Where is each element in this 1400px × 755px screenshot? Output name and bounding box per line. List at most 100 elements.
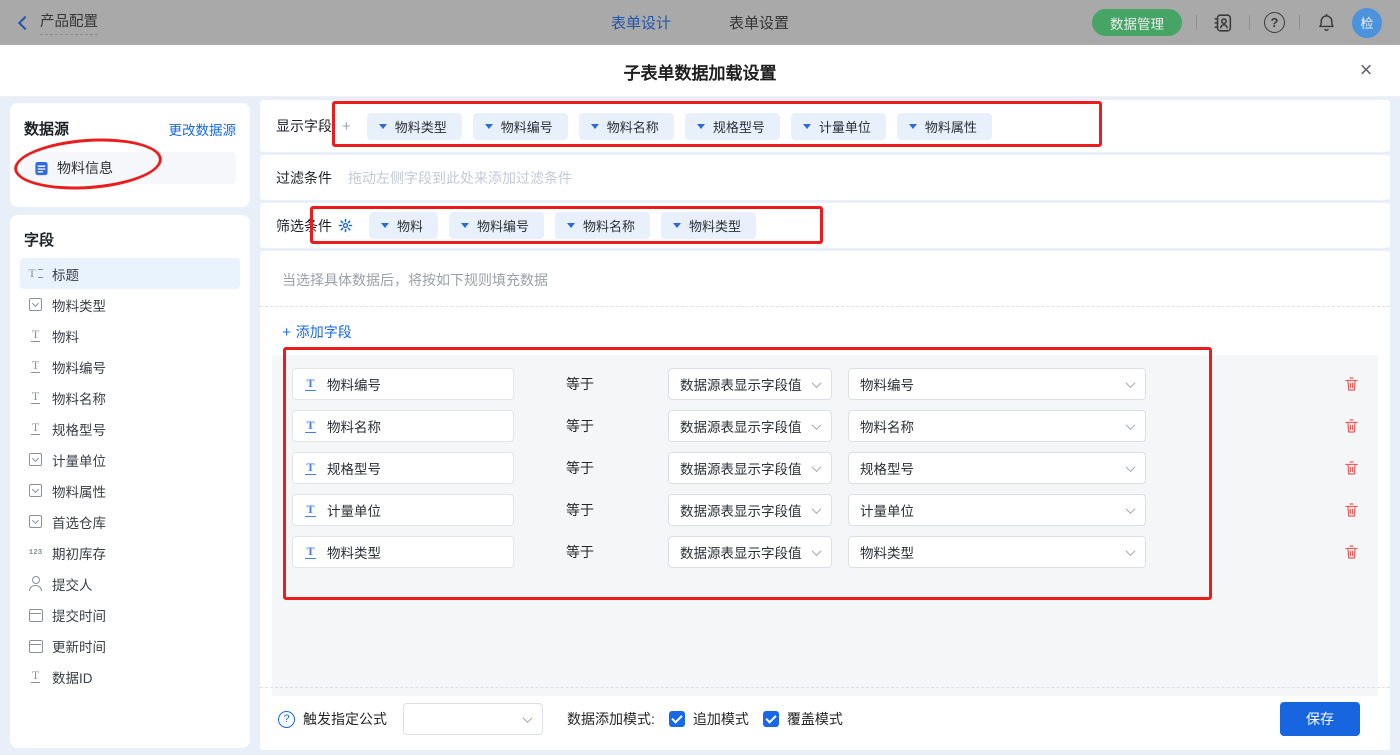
source-field-dropdown[interactable]: 物料类型 [848, 536, 1146, 568]
rule-target-field[interactable]: 物料名称 [292, 410, 514, 442]
caret-down-icon [908, 123, 917, 129]
caret-down-icon [590, 123, 599, 129]
rule-target-field[interactable]: 规格型号 [292, 452, 514, 484]
source-field-dropdown[interactable]: 物料编号 [848, 368, 1146, 400]
display-fields-label: 显示字段 [276, 118, 332, 134]
caret-down-icon [484, 123, 493, 129]
save-button[interactable]: 保存 [1280, 702, 1360, 736]
source-type-dropdown[interactable]: 数据源表显示字段值 [668, 536, 832, 568]
operator-label: 等于 [566, 460, 594, 476]
chevron-down-icon [1125, 461, 1136, 472]
screen-condition-tag[interactable]: 物料编号 [449, 212, 545, 239]
chevron-down-icon [811, 461, 822, 472]
delete-rule-icon[interactable] [1343, 375, 1360, 393]
datasource-panel: 数据源 更改数据源 物料信息 [10, 103, 250, 207]
rules-list: 物料编号 等于 数据源表显示字段值 物料编号 [272, 355, 1378, 696]
text-field-icon [303, 503, 318, 518]
overwrite-mode-option[interactable]: 覆盖模式 [762, 709, 843, 729]
rule-target-field[interactable]: 物料编号 [292, 368, 514, 400]
screen-condition-tag[interactable]: 物料类型 [661, 212, 757, 239]
panel-footer: 触发指定公式 数据添加模式: 追加模式 覆盖模式 保存 [260, 687, 1390, 750]
data-manage-button[interactable]: 数据管理 [1092, 9, 1182, 36]
delete-rule-icon[interactable] [1343, 459, 1360, 477]
display-field-tag[interactable]: 规格型号 [684, 112, 780, 140]
screen-condition-tag[interactable]: 物料名称 [555, 212, 651, 239]
display-field-tag[interactable]: 物料类型 [366, 112, 462, 140]
sidebar-field-item[interactable]: 提交人 [20, 568, 240, 599]
delete-rule-icon[interactable] [1343, 501, 1360, 519]
add-field-link[interactable]: 添加字段 [282, 322, 352, 342]
sidebar-field-item[interactable]: 期初库存 [20, 537, 240, 568]
sidebar-field-item[interactable]: 物料编号 [20, 351, 240, 382]
fill-rules-panel: 当选择具体数据后，将按如下规则填充数据 添加字段 物料编号 等于 数据源表显示字… [260, 251, 1390, 750]
back-icon[interactable] [17, 15, 33, 31]
display-field-tag[interactable]: 计量单位 [790, 112, 886, 140]
operator-label: 等于 [566, 418, 594, 434]
sidebar-field-item[interactable]: 首选仓库 [20, 506, 240, 537]
rule-target-field[interactable]: 计量单位 [292, 494, 514, 526]
display-field-tag[interactable]: 物料属性 [896, 112, 992, 140]
screen-condition-row: 筛选条件 物料 物料编号 物料名称 物料类型 [260, 203, 1390, 248]
change-datasource-link[interactable]: 更改数据源 [169, 119, 237, 139]
display-fields-row: 显示字段 + 物料类型 物料编号 物料名称 规格型号 计量单位 物料属性 [260, 100, 1390, 152]
checkbox-checked-icon[interactable] [762, 711, 779, 727]
help-icon[interactable] [1264, 12, 1285, 33]
delete-rule-icon[interactable] [1343, 543, 1360, 561]
sidebar-field-item[interactable]: 物料属性 [20, 475, 240, 506]
user-avatar[interactable]: 检 [1352, 7, 1382, 38]
field-label: 物料编号 [52, 360, 106, 376]
source-type-dropdown[interactable]: 数据源表显示字段值 [668, 494, 832, 526]
formula-help-icon[interactable] [278, 710, 295, 728]
sidebar-field-item[interactable]: 规格型号 [20, 413, 240, 444]
source-type-dropdown[interactable]: 数据源表显示字段值 [668, 452, 832, 484]
sidebar-field-item[interactable]: 物料名称 [20, 382, 240, 413]
back-nav[interactable]: 产品配置 [0, 10, 98, 35]
sidebar-field-item[interactable]: 更新时间 [20, 630, 240, 661]
delete-rule-icon[interactable] [1343, 417, 1360, 435]
source-field-dropdown[interactable]: 物料名称 [848, 410, 1146, 442]
checkbox-checked-icon[interactable] [668, 711, 685, 727]
top-bar: 产品配置 表单设计 表单设置 数据管理 ? 检 [0, 0, 1400, 45]
text-field-icon [28, 390, 43, 405]
divider [1299, 15, 1300, 30]
sidebar-field-item[interactable]: 计量单位 [20, 444, 240, 475]
datasource-item[interactable]: 物料信息 [24, 152, 236, 184]
rule-target-field[interactable]: 物料类型 [292, 536, 514, 568]
add-display-field-button[interactable]: + [342, 118, 351, 135]
sidebar-field-item[interactable]: 物料 [20, 320, 240, 351]
formula-select[interactable] [403, 703, 543, 735]
fill-rules-hint: 当选择具体数据后，将按如下规则填充数据 [282, 272, 548, 288]
append-mode-option[interactable]: 追加模式 [668, 709, 749, 729]
operator-label: 等于 [566, 544, 594, 560]
display-field-tag[interactable]: 物料编号 [472, 112, 568, 140]
sidebar-field-item[interactable]: 标题 [20, 258, 240, 289]
gear-icon[interactable] [338, 218, 353, 233]
display-field-tag[interactable]: 物料名称 [578, 112, 674, 140]
source-type-dropdown[interactable]: 数据源表显示字段值 [668, 410, 832, 442]
chevron-down-icon [522, 712, 533, 723]
bell-icon[interactable] [1314, 11, 1338, 35]
form-icon [35, 161, 48, 175]
rule-row: 规格型号 等于 数据源表显示字段值 规格型号 [272, 452, 1378, 484]
chevron-down-icon [1125, 545, 1136, 556]
screen-condition-tag[interactable]: 物料 [369, 212, 439, 239]
screen-condition-tags: 物料 物料编号 物料名称 物料类型 [369, 212, 757, 239]
filter-condition-row[interactable]: 过滤条件 拖动左侧字段到此处来添加过滤条件 [260, 155, 1390, 200]
divider [1249, 15, 1250, 30]
operator-label: 等于 [566, 502, 594, 518]
sidebar-field-item[interactable]: 数据ID [20, 661, 240, 692]
close-icon[interactable] [1354, 59, 1378, 83]
contact-book-icon[interactable] [1211, 11, 1235, 35]
source-type-dropdown[interactable]: 数据源表显示字段值 [668, 368, 832, 400]
source-field-dropdown[interactable]: 规格型号 [848, 452, 1146, 484]
topbar-actions: 数据管理 检 [1092, 7, 1400, 38]
tab-form-design[interactable]: 表单设计 [611, 12, 671, 33]
chevron-down-icon [811, 419, 822, 430]
field-label: 规格型号 [52, 422, 106, 438]
caret-down-icon [696, 123, 705, 129]
back-label[interactable]: 产品配置 [40, 10, 98, 35]
sidebar-field-item[interactable]: 提交时间 [20, 599, 240, 630]
source-field-dropdown[interactable]: 计量单位 [848, 494, 1146, 526]
tab-form-settings[interactable]: 表单设置 [729, 12, 789, 33]
sidebar-field-item[interactable]: 物料类型 [20, 289, 240, 320]
